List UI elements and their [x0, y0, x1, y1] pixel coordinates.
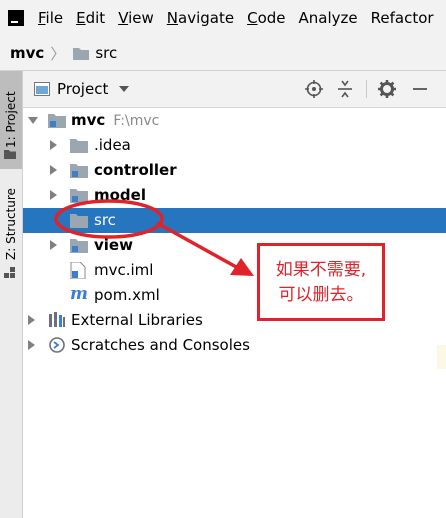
- annotation-line-2: 可以删去。: [278, 285, 364, 305]
- annotation-circle: [54, 199, 164, 239]
- annotation-note: 如果不需要, 可以删去。: [257, 243, 385, 321]
- annotation-arrow-line: [156, 221, 239, 270]
- annotation-line-1: 如果不需要,: [275, 260, 367, 280]
